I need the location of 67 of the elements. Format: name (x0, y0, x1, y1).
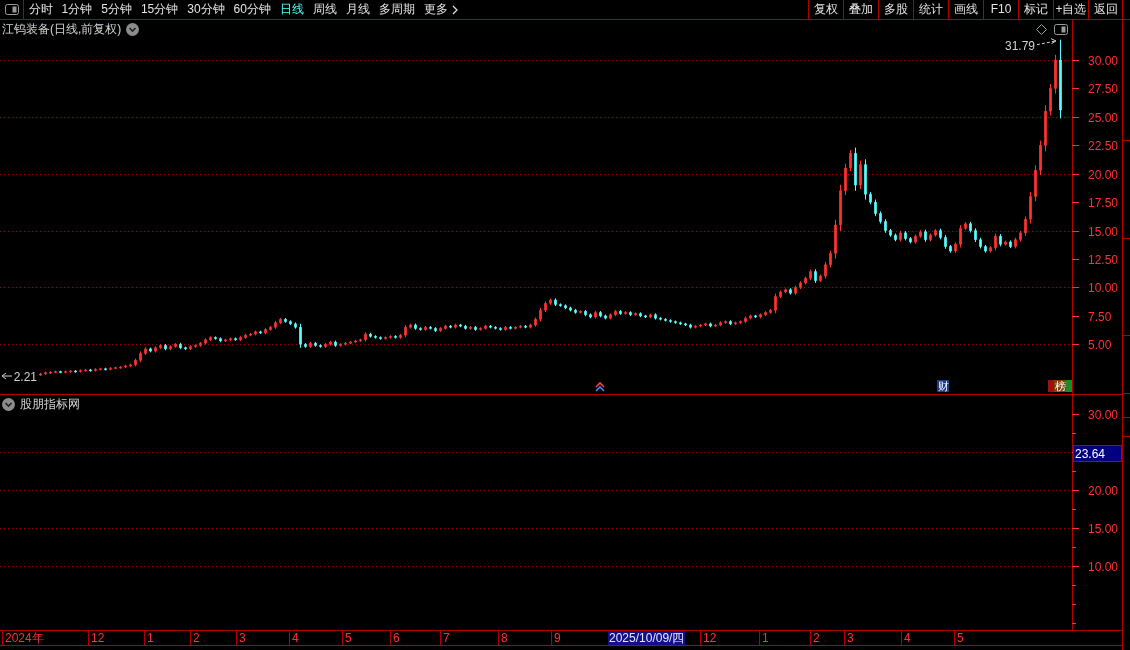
axis-label: 30.00 (1088, 408, 1119, 422)
price-axis-label: 12.50 (1088, 253, 1119, 267)
period-tab[interactable]: 分时 (24, 0, 57, 19)
toolbar-button[interactable]: 复权 (808, 0, 843, 19)
toolbar-button[interactable]: 统计 (913, 0, 948, 19)
price-axis-label: 20.00 (1088, 168, 1119, 182)
axis-label: 10.00 (1088, 560, 1119, 574)
arrow-left-icon (1, 372, 13, 380)
period-tab[interactable]: 1分钟 (57, 0, 97, 19)
toolbar-button[interactable]: 标记 (1018, 0, 1053, 19)
price-axis-label: 7.50 (1088, 310, 1112, 324)
double-chevron-icon (595, 381, 605, 392)
date-label: 3 (844, 631, 854, 645)
chevron-circle-icon[interactable] (126, 22, 140, 36)
date-label: 8 (498, 631, 508, 645)
date-label: 9 (551, 631, 561, 645)
toolbar-button[interactable]: 多股 (878, 0, 913, 19)
diamond-icon[interactable] (1036, 24, 1047, 35)
date-label: 2 (190, 631, 200, 645)
axis-label: 20.00 (1088, 484, 1119, 498)
price-axis-label: 17.50 (1088, 196, 1119, 210)
price-axis-label: 22.50 (1088, 139, 1119, 153)
price-axis-label: 25.00 (1088, 111, 1119, 125)
date-label: 2 (810, 631, 820, 645)
price-axis-label: 30.00 (1088, 54, 1119, 68)
chevron-circle-icon[interactable] (2, 397, 15, 411)
toolbar-button[interactable]: 返回 (1088, 0, 1123, 19)
low-price-label: 2.21 (13, 369, 37, 384)
more-button[interactable]: 更多 (419, 0, 463, 19)
period-tab[interactable]: 月线 (341, 0, 375, 19)
event-tag[interactable]: 榜 (1054, 380, 1066, 393)
period-tab[interactable]: 30分钟 (182, 0, 230, 19)
date-label: 4 (289, 631, 299, 645)
price-axis-label: 10.00 (1088, 281, 1119, 295)
date-label: 2024年 (2, 631, 44, 645)
panel-toggle-icon (1054, 24, 1068, 35)
period-tab[interactable]: 周线 (308, 0, 342, 19)
current-value-label: 23.64 (1073, 445, 1122, 462)
event-tag[interactable]: 财 (937, 380, 949, 393)
toolbar-button[interactable]: 画线 (948, 0, 983, 19)
date-label: 12 (700, 631, 717, 645)
date-label: 3 (236, 631, 246, 645)
date-label: 5 (954, 631, 964, 645)
panel-toggle-icon (4, 4, 19, 15)
date-label: 7 (440, 631, 450, 645)
date-cursor-label: 2025/10/09/四 (608, 631, 686, 645)
price-axis-label: 27.50 (1088, 82, 1119, 96)
price-axis-label: 5.00 (1088, 338, 1112, 352)
price-axis-label: 15.00 (1088, 225, 1119, 239)
toolbar-button[interactable]: F10 (983, 0, 1018, 19)
chevron-right-icon (451, 4, 458, 15)
date-label: 1 (759, 631, 769, 645)
date-label: 12 (88, 631, 105, 645)
date-label: 6 (390, 631, 400, 645)
period-tab[interactable]: 15分钟 (136, 0, 183, 19)
toolbar-button[interactable]: +自选 (1053, 0, 1088, 19)
panel-title: 股朋指标网 (20, 397, 80, 411)
period-tab[interactable]: 多周期 (374, 0, 420, 19)
toolbar-button[interactable]: 叠加 (843, 0, 878, 19)
chart-title: 江钨装备(日线,前复权) (2, 22, 122, 36)
date-label: 4 (901, 631, 911, 645)
period-tab[interactable]: 5分钟 (96, 0, 137, 19)
date-label: 1 (144, 631, 154, 645)
axis-label: 15.00 (1088, 522, 1119, 536)
date-label: 5 (342, 631, 352, 645)
period-tab[interactable]: 日线 (275, 0, 309, 19)
period-tab[interactable]: 60分钟 (229, 0, 276, 19)
